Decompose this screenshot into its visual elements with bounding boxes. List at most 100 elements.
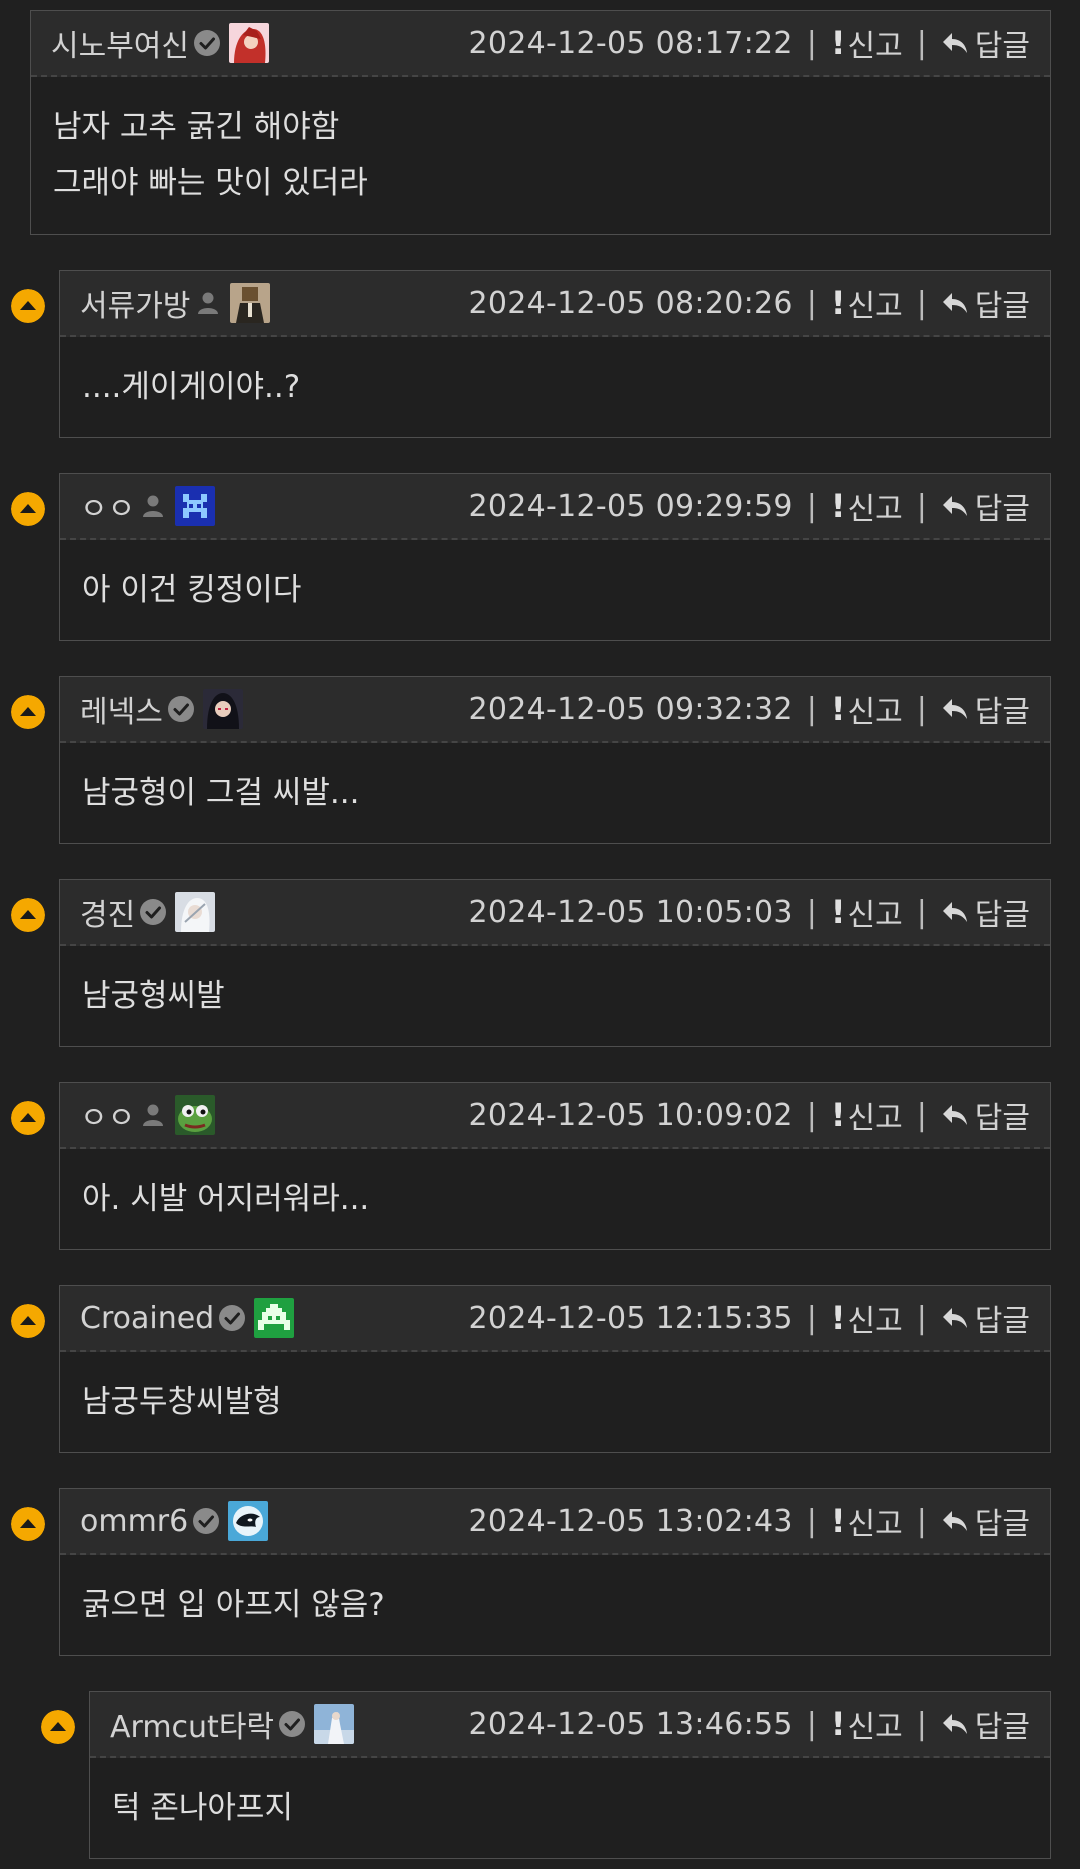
divider: | [806, 25, 817, 61]
report-label: 신고 [847, 1710, 903, 1745]
verified-icon [278, 1710, 306, 1738]
report-button[interactable]: ! 신고 [831, 281, 903, 325]
reply-label: 답글 [974, 695, 1030, 730]
report-button[interactable]: ! 신고 [831, 1296, 903, 1340]
report-button[interactable]: ! 신고 [831, 890, 903, 934]
user-avatar[interactable] [175, 892, 216, 932]
reply-arrow-icon [941, 1305, 969, 1331]
divider: | [806, 691, 817, 727]
report-label: 신고 [847, 1101, 903, 1136]
reply-button[interactable]: 답글 [941, 21, 1030, 65]
reply-button[interactable]: 답글 [941, 1499, 1030, 1543]
reply-button[interactable]: 답글 [941, 1296, 1030, 1340]
reply-arrow-icon [941, 899, 969, 925]
upvote-icon[interactable] [11, 695, 45, 729]
user-avatar[interactable] [314, 1704, 355, 1744]
comment-author[interactable]: 시노부여신 [51, 21, 189, 65]
divider: | [806, 1300, 817, 1336]
comment: 서류가방 2024-12-05 08:20:26 | ! 신고 | 답글 ....… [59, 270, 1051, 438]
upvote-icon[interactable] [11, 898, 45, 932]
reply-button[interactable]: 답글 [941, 484, 1030, 528]
divider: | [916, 25, 927, 61]
upvote-icon[interactable] [11, 492, 45, 526]
reply-label: 답글 [974, 492, 1030, 527]
upvote-icon[interactable] [11, 1507, 45, 1541]
report-button[interactable]: ! 신고 [831, 484, 903, 528]
report-icon: ! [830, 284, 846, 322]
reply-button[interactable]: 답글 [941, 1093, 1030, 1137]
report-button[interactable]: ! 신고 [831, 1093, 903, 1137]
report-button[interactable]: ! 신고 [831, 1702, 903, 1746]
verified-icon [218, 1304, 246, 1332]
comment-body: 남자 고추 굵긴 해야함 그래야 빠는 맛이 있더라 [31, 77, 1050, 211]
comment-header: 레넥스 2024-12-05 09:32:32 | ! 신고 | 답글 [60, 677, 1050, 743]
member-icon [194, 289, 222, 317]
report-label: 신고 [847, 898, 903, 933]
report-button[interactable]: ! 신고 [831, 1499, 903, 1543]
comment: Armcut타락 2024-12-05 13:46:55 | ! 신고 | 답글 … [89, 1691, 1051, 1859]
reply-button[interactable]: 답글 [941, 890, 1030, 934]
reply-label: 답글 [974, 898, 1030, 933]
reply-label: 답글 [974, 1304, 1030, 1339]
comment-body: 굵으면 입 아프지 않음? [60, 1555, 1050, 1633]
user-avatar[interactable] [202, 689, 243, 729]
comment-author[interactable]: 레넥스 [80, 687, 163, 731]
verified-icon [167, 695, 195, 723]
member-icon [139, 492, 167, 520]
user-avatar[interactable] [175, 1095, 216, 1135]
comment-author[interactable]: Croained [80, 1301, 214, 1336]
comment-date: 2024-12-05 13:02:43 [468, 1503, 793, 1539]
upvote-icon[interactable] [11, 289, 45, 323]
divider: | [806, 1097, 817, 1133]
verified-icon [193, 29, 221, 57]
comment-body: 아 이건 킹정이다 [60, 540, 1050, 618]
comment-author[interactable]: 경진 [80, 890, 135, 934]
comment-body: 남궁두창씨발형 [60, 1352, 1050, 1430]
comment-header: ommr6 2024-12-05 13:02:43 | ! 신고 | 답글 [60, 1489, 1050, 1555]
comment-author[interactable]: ㅇㅇ [80, 1093, 135, 1137]
user-avatar[interactable] [230, 283, 271, 323]
reply-label: 답글 [974, 1507, 1030, 1542]
comment-header: 경진 2024-12-05 10:05:03 | ! 신고 | 답글 [60, 880, 1050, 946]
comment-box: ommr6 2024-12-05 13:02:43 | ! 신고 | 답글 굵으면… [59, 1488, 1051, 1656]
divider: | [916, 285, 927, 321]
comment-author[interactable]: 서류가방 [80, 281, 190, 325]
report-label: 신고 [847, 29, 903, 64]
comment-box: ㅇㅇ 2024-12-05 10:09:02 | ! 신고 | 답글 아. 시발 … [59, 1082, 1051, 1250]
reply-button[interactable]: 답글 [941, 281, 1030, 325]
comment-body: ....게이게이야..? [60, 337, 1050, 415]
reply-arrow-icon [941, 30, 969, 56]
comment-author[interactable]: ㅇㅇ [80, 484, 135, 528]
report-label: 신고 [847, 289, 903, 324]
comment-date: 2024-12-05 10:09:02 [468, 1097, 793, 1133]
verified-icon [139, 898, 167, 926]
user-avatar[interactable] [228, 1501, 269, 1541]
report-button[interactable]: ! 신고 [831, 21, 903, 65]
comment-line: 그래야 빠는 맛이 있더라 [53, 165, 368, 201]
user-avatar[interactable] [254, 1298, 295, 1338]
comment-body: 턱 존나아프지 [90, 1758, 1050, 1836]
reply-button[interactable]: 답글 [941, 687, 1030, 731]
comment-date: 2024-12-05 10:05:03 [468, 894, 793, 930]
divider: | [806, 894, 817, 930]
comment: ommr6 2024-12-05 13:02:43 | ! 신고 | 답글 굵으면… [59, 1488, 1051, 1656]
comment-author[interactable]: Armcut타락 [110, 1702, 274, 1746]
comment-author[interactable]: ommr6 [80, 1504, 188, 1539]
report-icon: ! [830, 24, 846, 62]
report-icon: ! [830, 1096, 846, 1134]
divider: | [806, 285, 817, 321]
user-avatar[interactable] [175, 486, 216, 526]
divider: | [916, 1097, 927, 1133]
report-button[interactable]: ! 신고 [831, 687, 903, 731]
upvote-icon[interactable] [41, 1710, 75, 1744]
comment-header: Armcut타락 2024-12-05 13:46:55 | ! 신고 | 답글 [90, 1692, 1050, 1758]
reply-button[interactable]: 답글 [941, 1702, 1030, 1746]
comment: 시노부여신 2024-12-05 08:17:22 | ! 신고 | 답글 남자 … [30, 10, 1051, 235]
comment-box: 레넥스 2024-12-05 09:32:32 | ! 신고 | 답글 남궁형이 … [59, 676, 1051, 844]
upvote-icon[interactable] [11, 1101, 45, 1135]
verified-icon [192, 1507, 220, 1535]
reply-label: 답글 [974, 1101, 1030, 1136]
user-avatar[interactable] [229, 23, 269, 63]
upvote-icon[interactable] [11, 1304, 45, 1338]
comment-line: 아 이건 킹정이다 [82, 572, 302, 608]
